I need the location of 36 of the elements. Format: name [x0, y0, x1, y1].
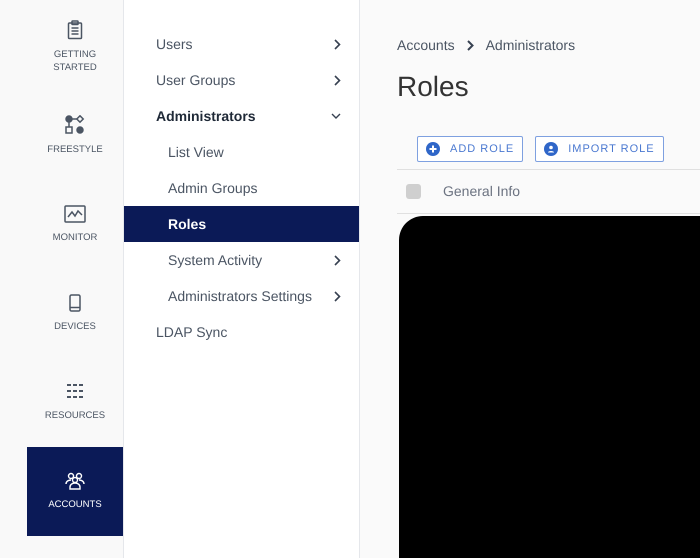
nav-icon: [64, 205, 86, 223]
select-all-checkbox[interactable]: [406, 184, 421, 199]
add-role-button[interactable]: ADD ROLE: [417, 136, 524, 162]
menu-item[interactable]: User Groups: [124, 62, 359, 98]
nav-icon: [65, 472, 85, 490]
chevron-right-icon: [466, 40, 474, 51]
nav-rail-item[interactable]: GETTING STARTED: [27, 2, 123, 91]
nav-rail-item[interactable]: ACCOUNTS: [27, 447, 123, 536]
nav-rail-item[interactable]: RESOURCES: [27, 358, 123, 447]
menu-item[interactable]: Administrators Settings: [124, 278, 359, 314]
menu-item[interactable]: System Activity: [124, 242, 359, 278]
menu-item[interactable]: Users: [124, 26, 359, 62]
menu-item[interactable]: Administrators: [124, 98, 359, 134]
nav-rail-item[interactable]: DEVICES: [27, 269, 123, 358]
chevron-right-icon: [334, 254, 341, 266]
column-header: General Info: [443, 182, 520, 201]
menu-item[interactable]: Roles: [124, 206, 359, 242]
breadcrumb-link[interactable]: Accounts: [397, 35, 455, 56]
plus-icon: [426, 142, 440, 156]
chevron-right-icon: [334, 74, 341, 86]
nav-icon: [66, 383, 84, 401]
nav-rail-item[interactable]: FREESTYLE: [27, 91, 123, 180]
chevron-right-icon: [334, 38, 341, 50]
chevron-down-icon: [331, 113, 341, 119]
import-role-button[interactable]: IMPORT ROLE: [535, 136, 664, 162]
nav-rail-item[interactable]: MONITOR: [27, 180, 123, 269]
chevron-right-icon: [334, 290, 341, 302]
person-icon: [544, 142, 558, 156]
menu-item[interactable]: Admin Groups: [124, 170, 359, 206]
menu-item[interactable]: LDAP Sync: [124, 314, 359, 350]
nav-icon: [65, 115, 85, 135]
nav-icon: [67, 20, 83, 40]
nav-icon: [69, 294, 81, 312]
page-title: Roles: [397, 70, 470, 104]
breadcrumb-link[interactable]: Administrators: [486, 35, 576, 56]
menu-item[interactable]: List View: [124, 134, 359, 170]
